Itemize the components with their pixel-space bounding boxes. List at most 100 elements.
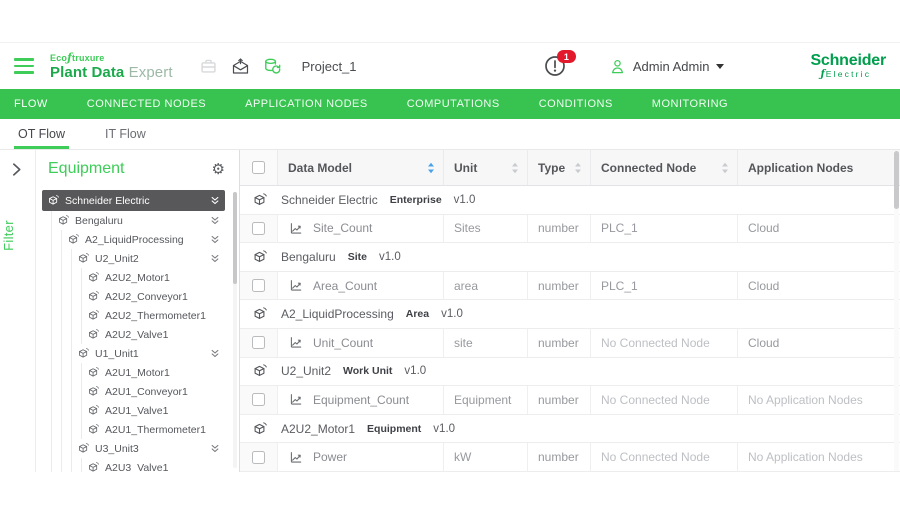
asset-cube-icon: [77, 347, 90, 360]
tree-item[interactable]: U3_Unit3: [42, 439, 225, 458]
tree-item[interactable]: A2U1_Thermometer1: [42, 420, 225, 439]
asset-cube-icon: [252, 306, 268, 322]
column-header-unit[interactable]: Unit: [444, 150, 528, 185]
nav-item-flow[interactable]: FLOW: [14, 98, 48, 110]
asset-type-label: Area: [406, 308, 429, 320]
column-header-data-model[interactable]: Data Model: [278, 150, 444, 185]
tab-ot-flow[interactable]: OT Flow: [14, 119, 69, 149]
table-row[interactable]: Unit_Count site number No Connected Node…: [240, 329, 900, 358]
top-bar: Ecoƒtruxure Plant Data Expert Project_1 …: [0, 43, 900, 89]
import-export-icon[interactable]: [231, 57, 250, 76]
group-row[interactable]: A2U2_Motor1 Equipment v1.0: [240, 415, 900, 444]
tree-item[interactable]: A2U2_Valve1: [42, 325, 225, 344]
version-label: v1.0: [441, 308, 463, 320]
select-all-checkbox[interactable]: [252, 161, 265, 174]
column-header-type[interactable]: Type: [528, 150, 591, 185]
tree-item[interactable]: A2U3_Valve1: [42, 458, 225, 472]
nav-item-conditions[interactable]: CONDITIONS: [539, 98, 613, 110]
table-row[interactable]: Site_Count Sites number PLC_1 Cloud: [240, 215, 900, 244]
row-checkbox[interactable]: [252, 393, 265, 406]
group-row[interactable]: Bengaluru Site v1.0: [240, 243, 900, 272]
panel-title: Equipment: [48, 160, 125, 178]
notification-badge: 1: [557, 50, 576, 63]
equipment-panel: Equipment ⚙ Schneider Electric Bengaluru…: [36, 150, 240, 472]
table-scrollbar[interactable]: [894, 151, 899, 471]
version-label: v1.0: [433, 423, 455, 435]
row-checkbox[interactable]: [252, 222, 265, 235]
project-case-icon: [199, 57, 218, 76]
sort-icon[interactable]: [574, 162, 582, 174]
asset-cube-icon: [87, 271, 100, 284]
column-header-connected-node[interactable]: Connected Node: [591, 150, 738, 185]
sort-icon[interactable]: [721, 162, 729, 174]
nav-item-application-nodes[interactable]: APPLICATION NODES: [245, 98, 368, 110]
asset-cube-icon: [87, 328, 100, 341]
ecostruxure-logo: Ecoƒtruxure Plant Data Expert: [50, 52, 173, 80]
asset-cube-icon: [252, 249, 268, 265]
table-row[interactable]: Power kW number No Connected Node No App…: [240, 443, 900, 472]
tree-item[interactable]: A2_LiquidProcessing: [42, 230, 225, 249]
collapse-chevron-icon[interactable]: [210, 443, 220, 454]
version-label: v1.0: [404, 365, 426, 377]
asset-cube-icon: [87, 290, 100, 303]
asset-cube-icon: [57, 214, 70, 227]
column-header-application-nodes[interactable]: Application Nodes: [738, 150, 900, 185]
tree-item[interactable]: Schneider Electric: [42, 190, 225, 211]
table-row[interactable]: Equipment_Count Equipment number No Conn…: [240, 386, 900, 415]
collapse-chevron-icon[interactable]: [210, 215, 220, 226]
tree-item[interactable]: A2U1_Motor1: [42, 363, 225, 382]
tree-item[interactable]: Bengaluru: [42, 211, 225, 230]
tree-scrollbar[interactable]: [233, 192, 237, 468]
data-model-table: Data Model Unit Type Connected Node Appl…: [240, 150, 900, 472]
asset-cube-icon: [67, 233, 80, 246]
asset-cube-icon: [87, 423, 100, 436]
filter-label[interactable]: Filter: [1, 220, 16, 251]
asset-type-label: Enterprise: [390, 194, 442, 206]
notifications-button[interactable]: 1: [543, 54, 567, 78]
trend-line-icon: [288, 335, 304, 350]
table-row[interactable]: Area_Count area number PLC_1 Cloud: [240, 272, 900, 301]
group-row[interactable]: U2_Unit2 Work Unit v1.0: [240, 358, 900, 387]
nav-item-connected-nodes[interactable]: CONNECTED NODES: [87, 98, 206, 110]
tree-item[interactable]: U2_Unit2: [42, 249, 225, 268]
ecostruxure-wordmark: Ecoƒtruxure: [50, 52, 173, 63]
tree-item[interactable]: A2U2_Conveyor1: [42, 287, 225, 306]
nav-item-monitoring[interactable]: MONITORING: [652, 98, 728, 110]
collapse-chevron-icon[interactable]: [210, 195, 220, 206]
user-menu[interactable]: Admin Admin: [609, 58, 725, 75]
asset-cube-icon: [47, 194, 60, 207]
asset-cube-icon: [77, 252, 90, 265]
menu-icon[interactable]: [14, 58, 34, 74]
tree-item[interactable]: A2U2_Thermometer1: [42, 306, 225, 325]
user-icon: [609, 58, 626, 75]
row-checkbox[interactable]: [252, 336, 265, 349]
collapse-chevron-icon[interactable]: [210, 253, 220, 264]
tree-item[interactable]: U1_Unit1: [42, 344, 225, 363]
asset-cube-icon: [87, 385, 100, 398]
group-row[interactable]: Schneider Electric Enterprise v1.0: [240, 186, 900, 215]
tree-item[interactable]: A2U1_Valve1: [42, 401, 225, 420]
version-label: v1.0: [379, 251, 401, 263]
database-sync-icon[interactable]: [263, 57, 282, 76]
asset-cube-icon: [87, 309, 100, 322]
asset-type-label: Site: [348, 251, 367, 263]
collapse-chevron-icon[interactable]: [210, 234, 220, 245]
tree-item[interactable]: A2U2_Motor1: [42, 268, 225, 287]
expand-panel-chevron-icon[interactable]: [11, 162, 22, 177]
asset-cube-icon: [252, 363, 268, 379]
asset-cube-icon: [87, 461, 100, 472]
row-checkbox[interactable]: [252, 279, 265, 292]
nav-item-computations[interactable]: COMPUTATIONS: [407, 98, 500, 110]
sort-icon[interactable]: [511, 162, 519, 174]
tree-item[interactable]: A2U1_Conveyor1: [42, 382, 225, 401]
collapse-chevron-icon[interactable]: [210, 348, 220, 359]
gear-icon[interactable]: ⚙: [212, 162, 225, 177]
row-checkbox[interactable]: [252, 451, 265, 464]
group-row[interactable]: A2_LiquidProcessing Area v1.0: [240, 300, 900, 329]
asset-cube-icon: [77, 442, 90, 455]
asset-type-label: Work Unit: [343, 365, 392, 377]
trend-line-icon: [288, 450, 304, 465]
schneider-electric-logo: Schneider ƒElectric: [810, 53, 886, 80]
sort-icon[interactable]: [427, 162, 435, 174]
tab-it-flow[interactable]: IT Flow: [101, 119, 150, 149]
